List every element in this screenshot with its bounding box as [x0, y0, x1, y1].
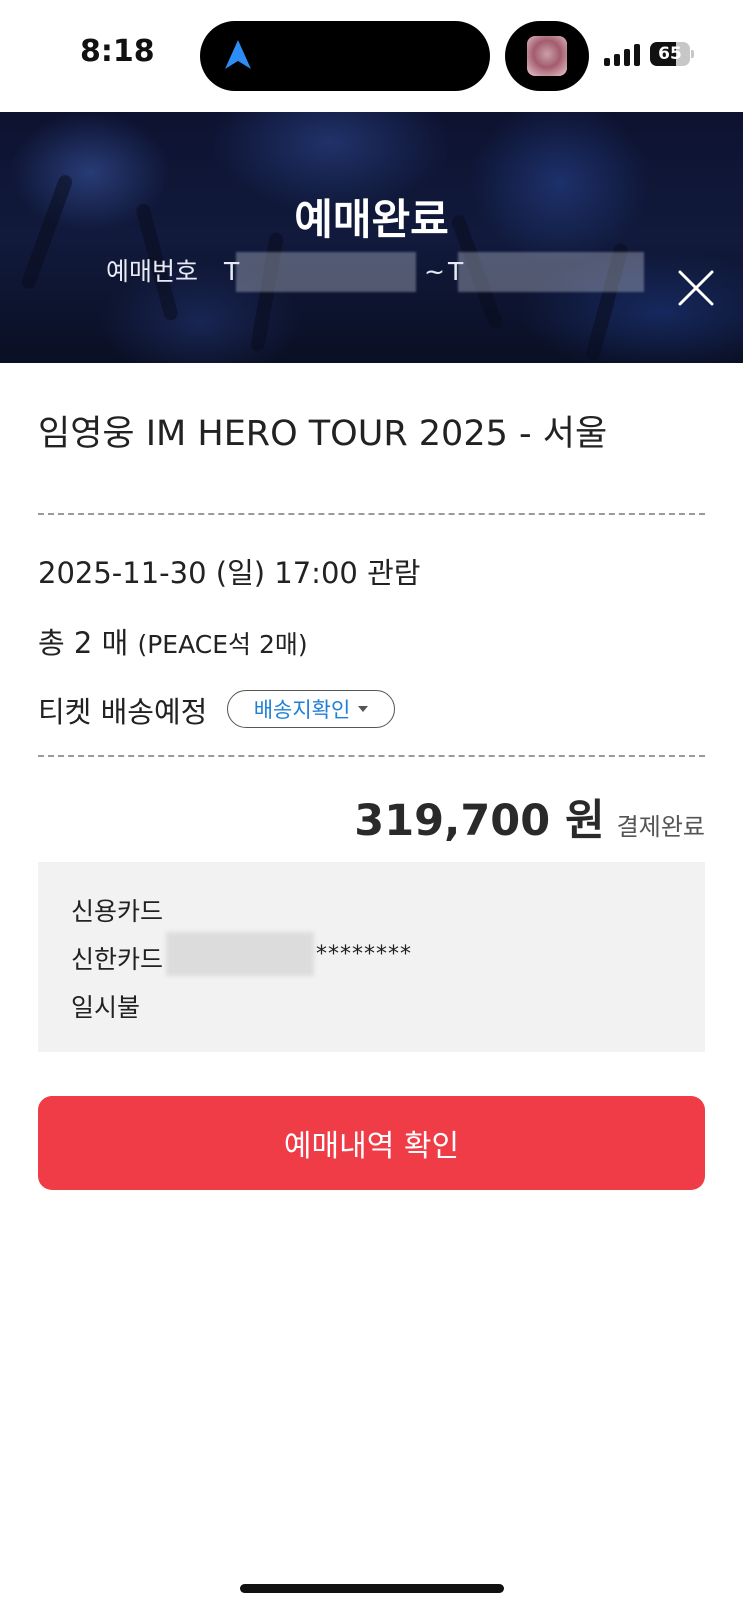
payment-info-box: 신용카드 신한카드 ******** 일시불 [38, 862, 705, 1052]
payment-method: 신용카드 [71, 897, 164, 926]
ticket-count-main: 총 2 매 [38, 626, 129, 660]
dynamic-island [200, 21, 490, 91]
divider [38, 755, 705, 757]
performance-datetime: 2025-11-30 (일) 17:00 관람 [38, 556, 421, 590]
ticket-count: 총 2 매 (PEACE석 2매) [38, 620, 308, 662]
battery-icon: 65 [650, 42, 694, 66]
view-booking-history-button[interactable]: 예매내역 확인 [38, 1096, 705, 1190]
divider [38, 513, 705, 515]
status-bar: 8:18 65 [0, 0, 743, 112]
close-icon[interactable] [676, 268, 716, 308]
installment-plan: 일시불 [71, 993, 141, 1022]
home-indicator[interactable] [240, 1584, 504, 1593]
live-activity-island [505, 21, 589, 91]
concert-title: 임영웅 IM HERO TOUR 2025 - 서울 [38, 414, 608, 454]
payment-summary: 319,700 원 결제완료 [354, 786, 705, 848]
booking-number-label: 예매번호 [106, 257, 199, 286]
redacted-card-number [166, 932, 314, 976]
card-name: 신한카드 [71, 945, 164, 974]
payment-amount: 319,700 원 [354, 796, 605, 846]
album-art-icon [527, 36, 567, 76]
cellular-signal-icon [604, 44, 640, 66]
booking-number-separator: ~ [424, 257, 445, 286]
ticket-count-detail: (PEACE석 2매) [137, 630, 308, 659]
navigation-arrow-icon [225, 40, 251, 69]
completion-header: 예매완료 예매번호 T ~ T [0, 112, 743, 363]
page-title: 예매완료 [294, 195, 449, 244]
check-delivery-address-label: 배송지확인 [253, 698, 351, 722]
payment-status: 결제완료 [616, 813, 705, 841]
redacted-booking-number [236, 252, 416, 292]
battery-level: 65 [658, 44, 682, 64]
chevron-down-icon [358, 706, 369, 712]
status-time: 8:18 [80, 34, 155, 69]
redacted-booking-number [458, 252, 644, 292]
delivery-label: 티켓 배송예정 [38, 695, 208, 729]
card-number-masked: ******** [316, 942, 412, 967]
check-delivery-address-button[interactable]: 배송지확인 [227, 690, 395, 728]
